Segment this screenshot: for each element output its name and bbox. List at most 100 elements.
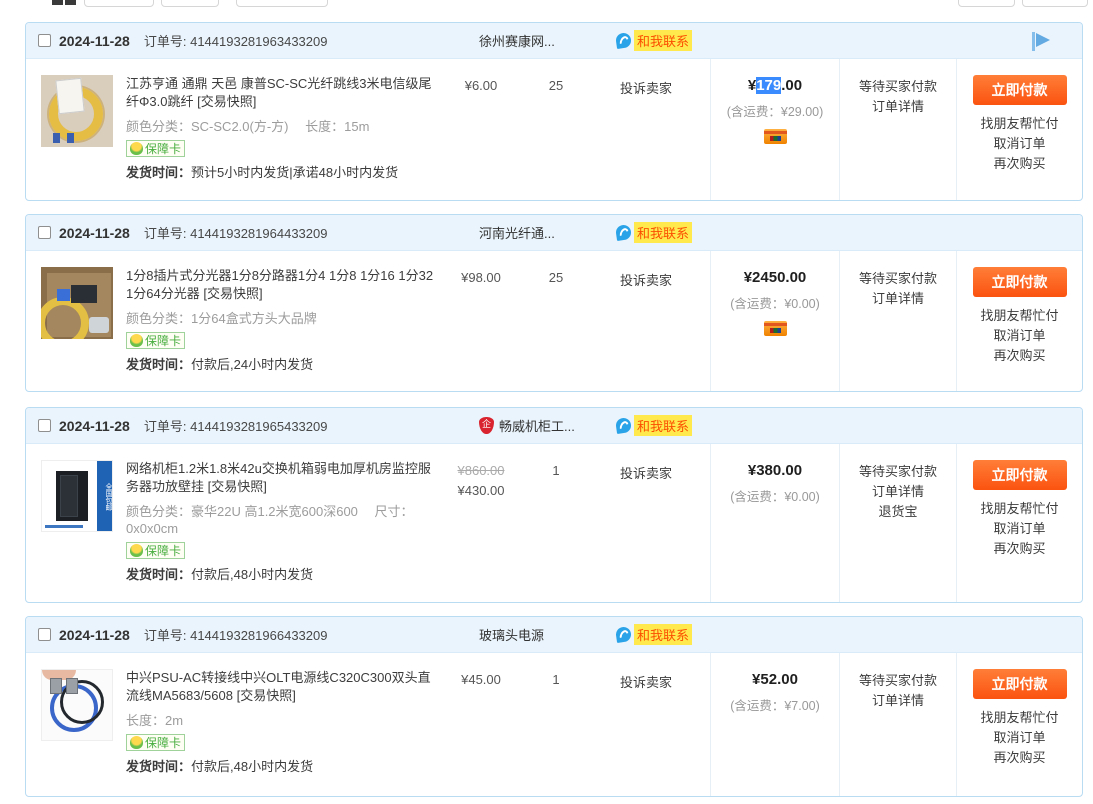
payment-card-icon — [764, 129, 787, 144]
tiny-text-art — [45, 525, 83, 528]
ship-time-value: 预计5小时内发货|承诺48小时内发货 — [191, 165, 398, 180]
connector-art — [67, 133, 74, 143]
order-number-value: 4144193281965433209 — [190, 419, 327, 434]
product-image[interactable] — [41, 75, 113, 147]
order-date: 2024-11-28 — [59, 627, 130, 643]
contact-seller[interactable]: 和我联系 — [616, 624, 692, 645]
seller-name-text: 畅威机柜工... — [499, 416, 575, 435]
seller-name[interactable]: 徐州赛康网... — [479, 31, 555, 50]
order-detail-link[interactable]: 订单详情 — [840, 482, 956, 502]
select-all-partial[interactable] — [52, 0, 63, 5]
buy-again-link[interactable]: 再次购买 — [957, 539, 1082, 559]
return-guarantee-link[interactable]: 退货宝 — [840, 502, 956, 522]
device-art — [57, 289, 70, 301]
seller-name[interactable]: 玻璃头电源 — [479, 625, 544, 644]
order-date: 2024-11-28 — [59, 418, 130, 434]
toolbar-button-4[interactable] — [958, 0, 1015, 7]
complain-seller-link[interactable]: 投诉卖家 — [586, 669, 706, 796]
order-detail-link[interactable]: 订单详情 — [840, 691, 956, 711]
wangwang-icon — [615, 224, 632, 241]
toolbar-button-2[interactable] — [161, 0, 219, 7]
seller-name[interactable]: 河南光纤通... — [479, 223, 555, 242]
order-number: 订单号: 4144193281966433209 — [144, 625, 328, 644]
total-price: ¥380.00 — [711, 462, 839, 479]
cancel-order-link[interactable]: 取消订单 — [957, 519, 1082, 539]
ship-time-value: 付款后,24小时内发货 — [191, 357, 313, 372]
status-cell: 等待买家付款 订单详情 — [839, 653, 956, 796]
ask-friend-pay-link[interactable]: 找朋友帮忙付 — [957, 499, 1082, 519]
payment-card-icon — [764, 321, 787, 336]
buy-again-link[interactable]: 再次购买 — [957, 748, 1082, 768]
product-cell: 1分8插片式分光器1分8分路器1分4 1分8 1分16 1分32 1分64分光器… — [26, 251, 710, 391]
contact-seller[interactable]: 和我联系 — [616, 415, 692, 436]
contact-badge: 和我联系 — [634, 222, 692, 243]
product-title[interactable]: 1分8插片式分光器1分8分路器1分4 1分8 1分16 1分32 1分64分光器… — [126, 267, 436, 303]
shipping-note: (含运费：¥7.00) — [711, 695, 839, 714]
order-detail-link[interactable]: 订单详情 — [840, 289, 956, 309]
complain-seller-link[interactable]: 投诉卖家 — [586, 460, 706, 602]
ask-friend-pay-link[interactable]: 找朋友帮忙付 — [957, 708, 1082, 728]
complain-seller-link[interactable]: 投诉卖家 — [586, 75, 706, 200]
connector-art — [66, 678, 78, 694]
cancel-order-link[interactable]: 取消订单 — [957, 326, 1082, 346]
order-checkbox[interactable] — [38, 226, 51, 239]
contact-seller[interactable]: 和我联系 — [616, 222, 692, 243]
guarantee-label: 保障卡 — [145, 140, 181, 158]
toolbar-button-3[interactable] — [236, 0, 328, 7]
complain-seller-link[interactable]: 投诉卖家 — [586, 267, 706, 391]
product-title[interactable]: 中兴PSU-AC转接线中兴OLT电源线C320C300双头直流线MA5683/5… — [126, 669, 436, 705]
contact-badge: 和我联系 — [634, 624, 692, 645]
total-pre: ¥ — [748, 77, 756, 94]
ship-time-value: 付款后,48小时内发货 — [191, 567, 313, 582]
actions-cell: 立即付款 找朋友帮忙付 取消订单 再次购买 — [956, 444, 1082, 602]
order-number-value: 4144193281964433209 — [190, 226, 327, 241]
product-image[interactable] — [41, 267, 113, 339]
product-image[interactable]: 全国包邮 — [41, 460, 113, 532]
product-title-text: 1分8插片式分光器1分8分路器1分4 1分8 1分16 1分32 1分64分光器 — [126, 268, 433, 301]
order-header: 2024-11-28 订单号: 4144193281965433209 企 畅威… — [26, 408, 1082, 444]
order-number: 订单号: 4144193281965433209 — [144, 416, 328, 435]
product-desc: 江苏亨通 通鼎 天邑 康普SC-SC光纤跳线3米电信级尾纤Φ3.0跳纤 [交易快… — [126, 75, 436, 200]
status-text: 等待买家付款 — [840, 671, 956, 691]
cancel-order-link[interactable]: 取消订单 — [957, 134, 1082, 154]
flag-icon[interactable] — [1032, 32, 1052, 51]
snapshot-label[interactable]: [交易快照] — [237, 688, 296, 703]
bag-art — [89, 317, 109, 333]
product-title[interactable]: 江苏亨通 通鼎 天邑 康普SC-SC光纤跳线3米电信级尾纤Φ3.0跳纤 [交易快… — [126, 75, 436, 111]
order-header: 2024-11-28 订单号: 4144193281966433209 玻璃头电… — [26, 617, 1082, 653]
ask-friend-pay-link[interactable]: 找朋友帮忙付 — [957, 306, 1082, 326]
status-text: 等待买家付款 — [840, 77, 956, 97]
snapshot-label[interactable]: [交易快照] — [197, 94, 256, 109]
seller-name[interactable]: 企 畅威机柜工... — [479, 416, 575, 435]
guarantee-badge: 保障卡 — [126, 542, 185, 559]
status-cell: 等待买家付款 订单详情 — [839, 59, 956, 200]
product-image[interactable] — [41, 669, 113, 741]
pay-now-button[interactable]: 立即付款 — [973, 75, 1067, 105]
ask-friend-pay-link[interactable]: 找朋友帮忙付 — [957, 114, 1082, 134]
pay-now-button[interactable]: 立即付款 — [973, 460, 1067, 490]
label-art — [55, 78, 84, 115]
image-banner-text: 全国包邮 — [97, 461, 112, 531]
buy-again-link[interactable]: 再次购买 — [957, 154, 1082, 174]
cancel-order-link[interactable]: 取消订单 — [957, 728, 1082, 748]
order-checkbox[interactable] — [38, 419, 51, 432]
total-price: ¥52.00 — [711, 671, 839, 688]
ship-time-label: 发货时间： — [126, 759, 191, 774]
order-checkbox[interactable] — [38, 34, 51, 47]
order-detail-link[interactable]: 订单详情 — [840, 97, 956, 117]
contact-seller[interactable]: 和我联系 — [616, 30, 692, 51]
toolbar-button-5[interactable] — [1022, 0, 1088, 7]
product-title[interactable]: 网络机柜1.2米1.8米42u交换机箱弱电加厚机房监控服务器功放壁挂 [交易快照… — [126, 460, 436, 496]
snapshot-label[interactable]: [交易快照] — [208, 479, 267, 494]
snapshot-label[interactable]: [交易快照] — [203, 286, 262, 301]
total-price: ¥179.00 — [711, 77, 839, 94]
pay-now-button[interactable]: 立即付款 — [973, 669, 1067, 699]
contact-badge: 和我联系 — [634, 415, 692, 436]
total-cell: ¥179.00 (含运费：¥29.00) — [710, 59, 839, 200]
connector-art — [50, 678, 62, 694]
pay-now-button[interactable]: 立即付款 — [973, 267, 1067, 297]
buy-again-link[interactable]: 再次购买 — [957, 346, 1082, 366]
order-checkbox[interactable] — [38, 628, 51, 641]
toolbar-button-1[interactable] — [84, 0, 154, 7]
product-desc: 网络机柜1.2米1.8米42u交换机箱弱电加厚机房监控服务器功放壁挂 [交易快照… — [126, 460, 436, 602]
